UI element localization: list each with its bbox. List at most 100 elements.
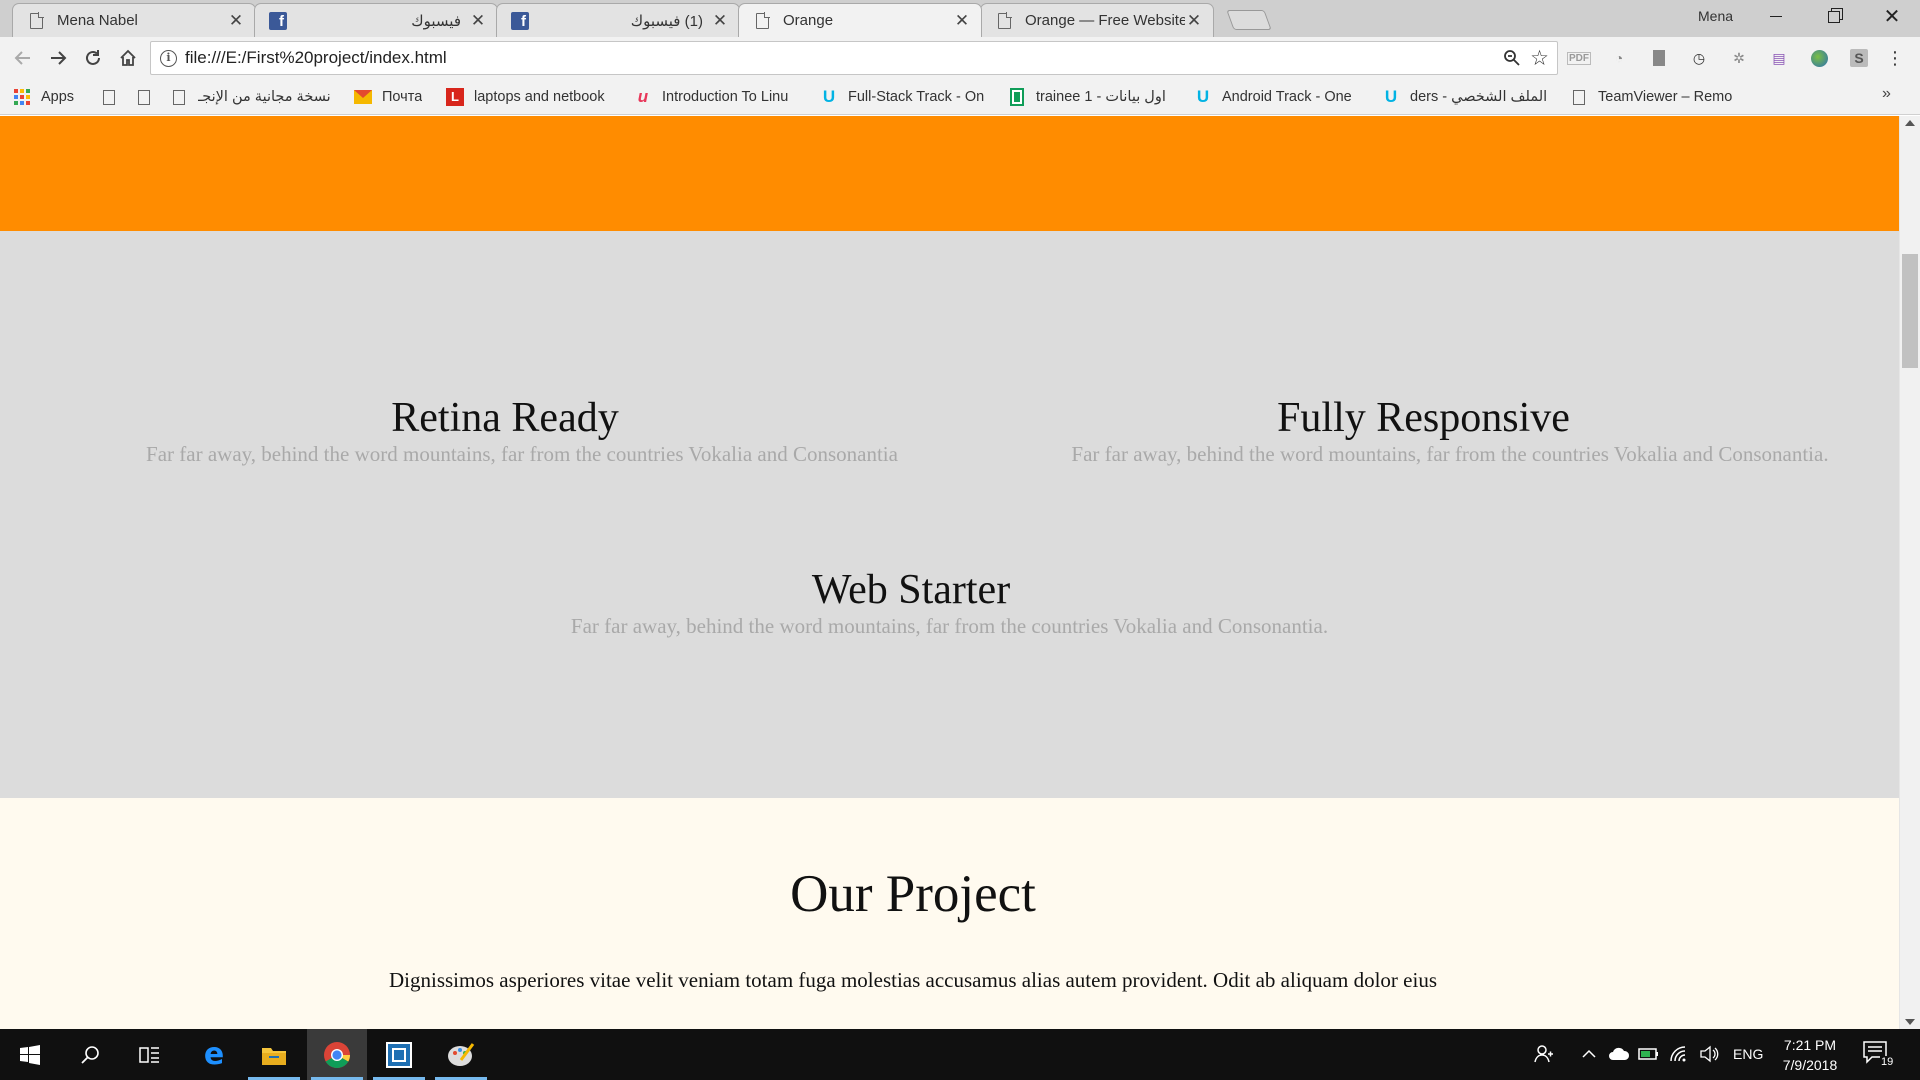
feature-text: Far far away, behind the word mountains,… <box>146 442 898 466</box>
home-button[interactable] <box>113 43 143 73</box>
feature-web-starter: Web Starter Far far away, behind the wor… <box>0 567 1899 639</box>
puzzle-extension-icon[interactable]: ✲ <box>1729 48 1749 68</box>
clock-time: 7:21 PM <box>1783 1037 1837 1053</box>
back-arrow-icon <box>14 51 30 65</box>
forward-button[interactable] <box>43 43 73 73</box>
edge-taskbar-button[interactable]: e <box>184 1029 244 1080</box>
new-tab-button[interactable] <box>1226 10 1272 30</box>
paint-taskbar-button[interactable] <box>431 1029 491 1080</box>
battery-icon[interactable] <box>1638 1043 1660 1065</box>
bookmark-full-stack-track[interactable]: U Full-Stack Track - On <box>820 86 992 108</box>
bookmark-pochta[interactable]: Почта <box>354 86 422 108</box>
tab-facebook[interactable]: f فيسبوك ✕ <box>254 3 498 37</box>
chrome-taskbar-button[interactable] <box>307 1029 367 1080</box>
reload-button[interactable] <box>78 43 108 73</box>
feature-title: Retina Ready <box>391 395 619 441</box>
bookmark-laptops[interactable]: L laptops and netbook <box>446 86 618 108</box>
page-icon <box>27 11 45 30</box>
app-taskbar-button[interactable] <box>369 1029 429 1080</box>
tab-mena-nabel[interactable]: Mena Nabel ✕ <box>12 3 256 37</box>
search-button[interactable] <box>60 1029 120 1080</box>
back-button[interactable] <box>8 43 38 73</box>
zoom-icon[interactable] <box>1503 49 1521 70</box>
task-view-button[interactable] <box>120 1029 180 1080</box>
extension-icon[interactable]: ◔ <box>1609 48 1629 68</box>
tab-orange-template[interactable]: Orange — Free Website T ✕ <box>980 3 1214 37</box>
tab-orange[interactable]: Orange ✕ <box>738 3 982 37</box>
windows-taskbar: e ENG 7:21 PM 7/9/2018 19 <box>0 1029 1920 1080</box>
info-icon[interactable]: i <box>160 50 177 67</box>
file-explorer-taskbar-button[interactable] <box>244 1029 304 1080</box>
menu-icon[interactable]: ⋮ <box>1885 48 1905 68</box>
bookmark-trainee[interactable]: trainee 1 - اول بيانات <box>1008 86 1178 108</box>
close-icon[interactable]: ✕ <box>227 11 245 30</box>
bookmark-extension-icon[interactable] <box>1649 48 1669 68</box>
bookmarks-bar: Apps نسخة مجانية من الإنجـ Почта L lapto… <box>0 79 1920 115</box>
profile-name[interactable]: Mena <box>1698 8 1733 24</box>
bookmark-star-icon[interactable]: ☆ <box>1530 46 1549 71</box>
pdf-save-icon[interactable]: ▤ <box>1769 48 1789 68</box>
people-icon[interactable] <box>1533 1043 1555 1065</box>
close-icon[interactable]: ✕ <box>953 11 971 30</box>
windows-logo-icon <box>20 1044 40 1065</box>
feature-retina-ready: Retina Ready Far far away, behind the wo… <box>0 395 1044 467</box>
edge-icon: e <box>203 1037 225 1072</box>
close-icon[interactable]: ✕ <box>469 11 487 30</box>
apps-grid-icon <box>13 88 31 106</box>
close-icon[interactable]: ✕ <box>1185 11 1203 30</box>
system-clock[interactable]: 7:21 PM 7/9/2018 <box>1772 1035 1848 1075</box>
bookmark-label: الملف الشخصي - ders <box>1410 89 1548 105</box>
bookmark-label: laptops and netbook <box>474 89 605 105</box>
tab-facebook-notifications[interactable]: f (1) فيسبوك ✕ <box>496 3 740 37</box>
language-indicator[interactable]: ENG <box>1733 1046 1763 1062</box>
app-window-icon <box>386 1041 412 1068</box>
profile-s-icon[interactable]: S <box>1849 48 1869 68</box>
bookmark-label: TeamViewer – Remo <box>1598 89 1733 105</box>
bookmark-free-copy[interactable]: نسخة مجانية من الإنجـ <box>170 86 340 108</box>
speedometer-icon[interactable]: ◷ <box>1689 48 1709 68</box>
address-url[interactable]: file:///E:/First%20project/index.html <box>185 48 447 68</box>
minimize-button[interactable] <box>1747 0 1805 33</box>
scroll-up-arrow-icon[interactable] <box>1905 120 1915 126</box>
bookmark-page[interactable] <box>100 86 128 108</box>
feature-text: Far far away, behind the word mountains,… <box>1071 442 1829 466</box>
pdf-extension-icon[interactable]: PDF <box>1567 48 1591 68</box>
page-viewport: Retina Ready Far far away, behind the wo… <box>0 116 1899 1029</box>
reload-icon <box>86 50 100 65</box>
bookmark-apps[interactable]: Apps <box>13 86 74 108</box>
project-text: Dignissimos asperiores vitae velit venia… <box>388 968 1437 992</box>
address-bar[interactable]: i file:///E:/First%20project/index.html … <box>150 41 1558 75</box>
bookmark-teamviewer[interactable]: TeamViewer – Remo <box>1570 86 1742 108</box>
bookmark-introduction-to-linux[interactable]: u Introduction To Linu <box>634 86 804 108</box>
scrollbar-thumb[interactable] <box>1902 254 1918 368</box>
wifi-icon[interactable] <box>1668 1043 1690 1065</box>
home-icon <box>120 49 136 66</box>
bookmarks-overflow-chevron-icon[interactable]: » <box>1882 85 1891 103</box>
start-button[interactable] <box>0 1029 60 1080</box>
minimize-icon <box>1770 16 1782 17</box>
bookmark-label: نسخة مجانية من الإنجـ <box>198 89 331 105</box>
udemy-icon: u <box>637 87 649 106</box>
udacity-icon: U <box>1384 87 1398 106</box>
bookmark-page[interactable] <box>135 86 163 108</box>
facebook-icon: f <box>511 11 529 30</box>
bookmark-android-track[interactable]: U Android Track - One <box>1194 86 1366 108</box>
l-logo-icon: L <box>446 88 464 106</box>
onedrive-icon[interactable] <box>1608 1043 1630 1065</box>
restore-icon <box>1828 10 1840 23</box>
bookmark-label: Android Track - One <box>1222 89 1352 105</box>
scroll-down-arrow-icon[interactable] <box>1905 1019 1915 1025</box>
close-window-button[interactable]: ✕ <box>1863 0 1920 33</box>
close-icon[interactable]: ✕ <box>711 11 729 30</box>
task-view-icon <box>139 1046 159 1063</box>
show-hidden-icons-chevron-icon[interactable] <box>1578 1043 1600 1065</box>
page-icon <box>753 11 771 30</box>
page-icon <box>1570 88 1588 106</box>
volume-icon[interactable] <box>1698 1043 1720 1065</box>
restore-button[interactable] <box>1805 0 1863 33</box>
orange-header-band <box>0 116 1899 231</box>
globe-icon[interactable] <box>1809 48 1829 68</box>
bookmark-profile[interactable]: U الملف الشخصي - ders <box>1382 86 1554 108</box>
vertical-scrollbar[interactable] <box>1899 116 1920 1029</box>
udacity-icon: U <box>1196 87 1210 106</box>
